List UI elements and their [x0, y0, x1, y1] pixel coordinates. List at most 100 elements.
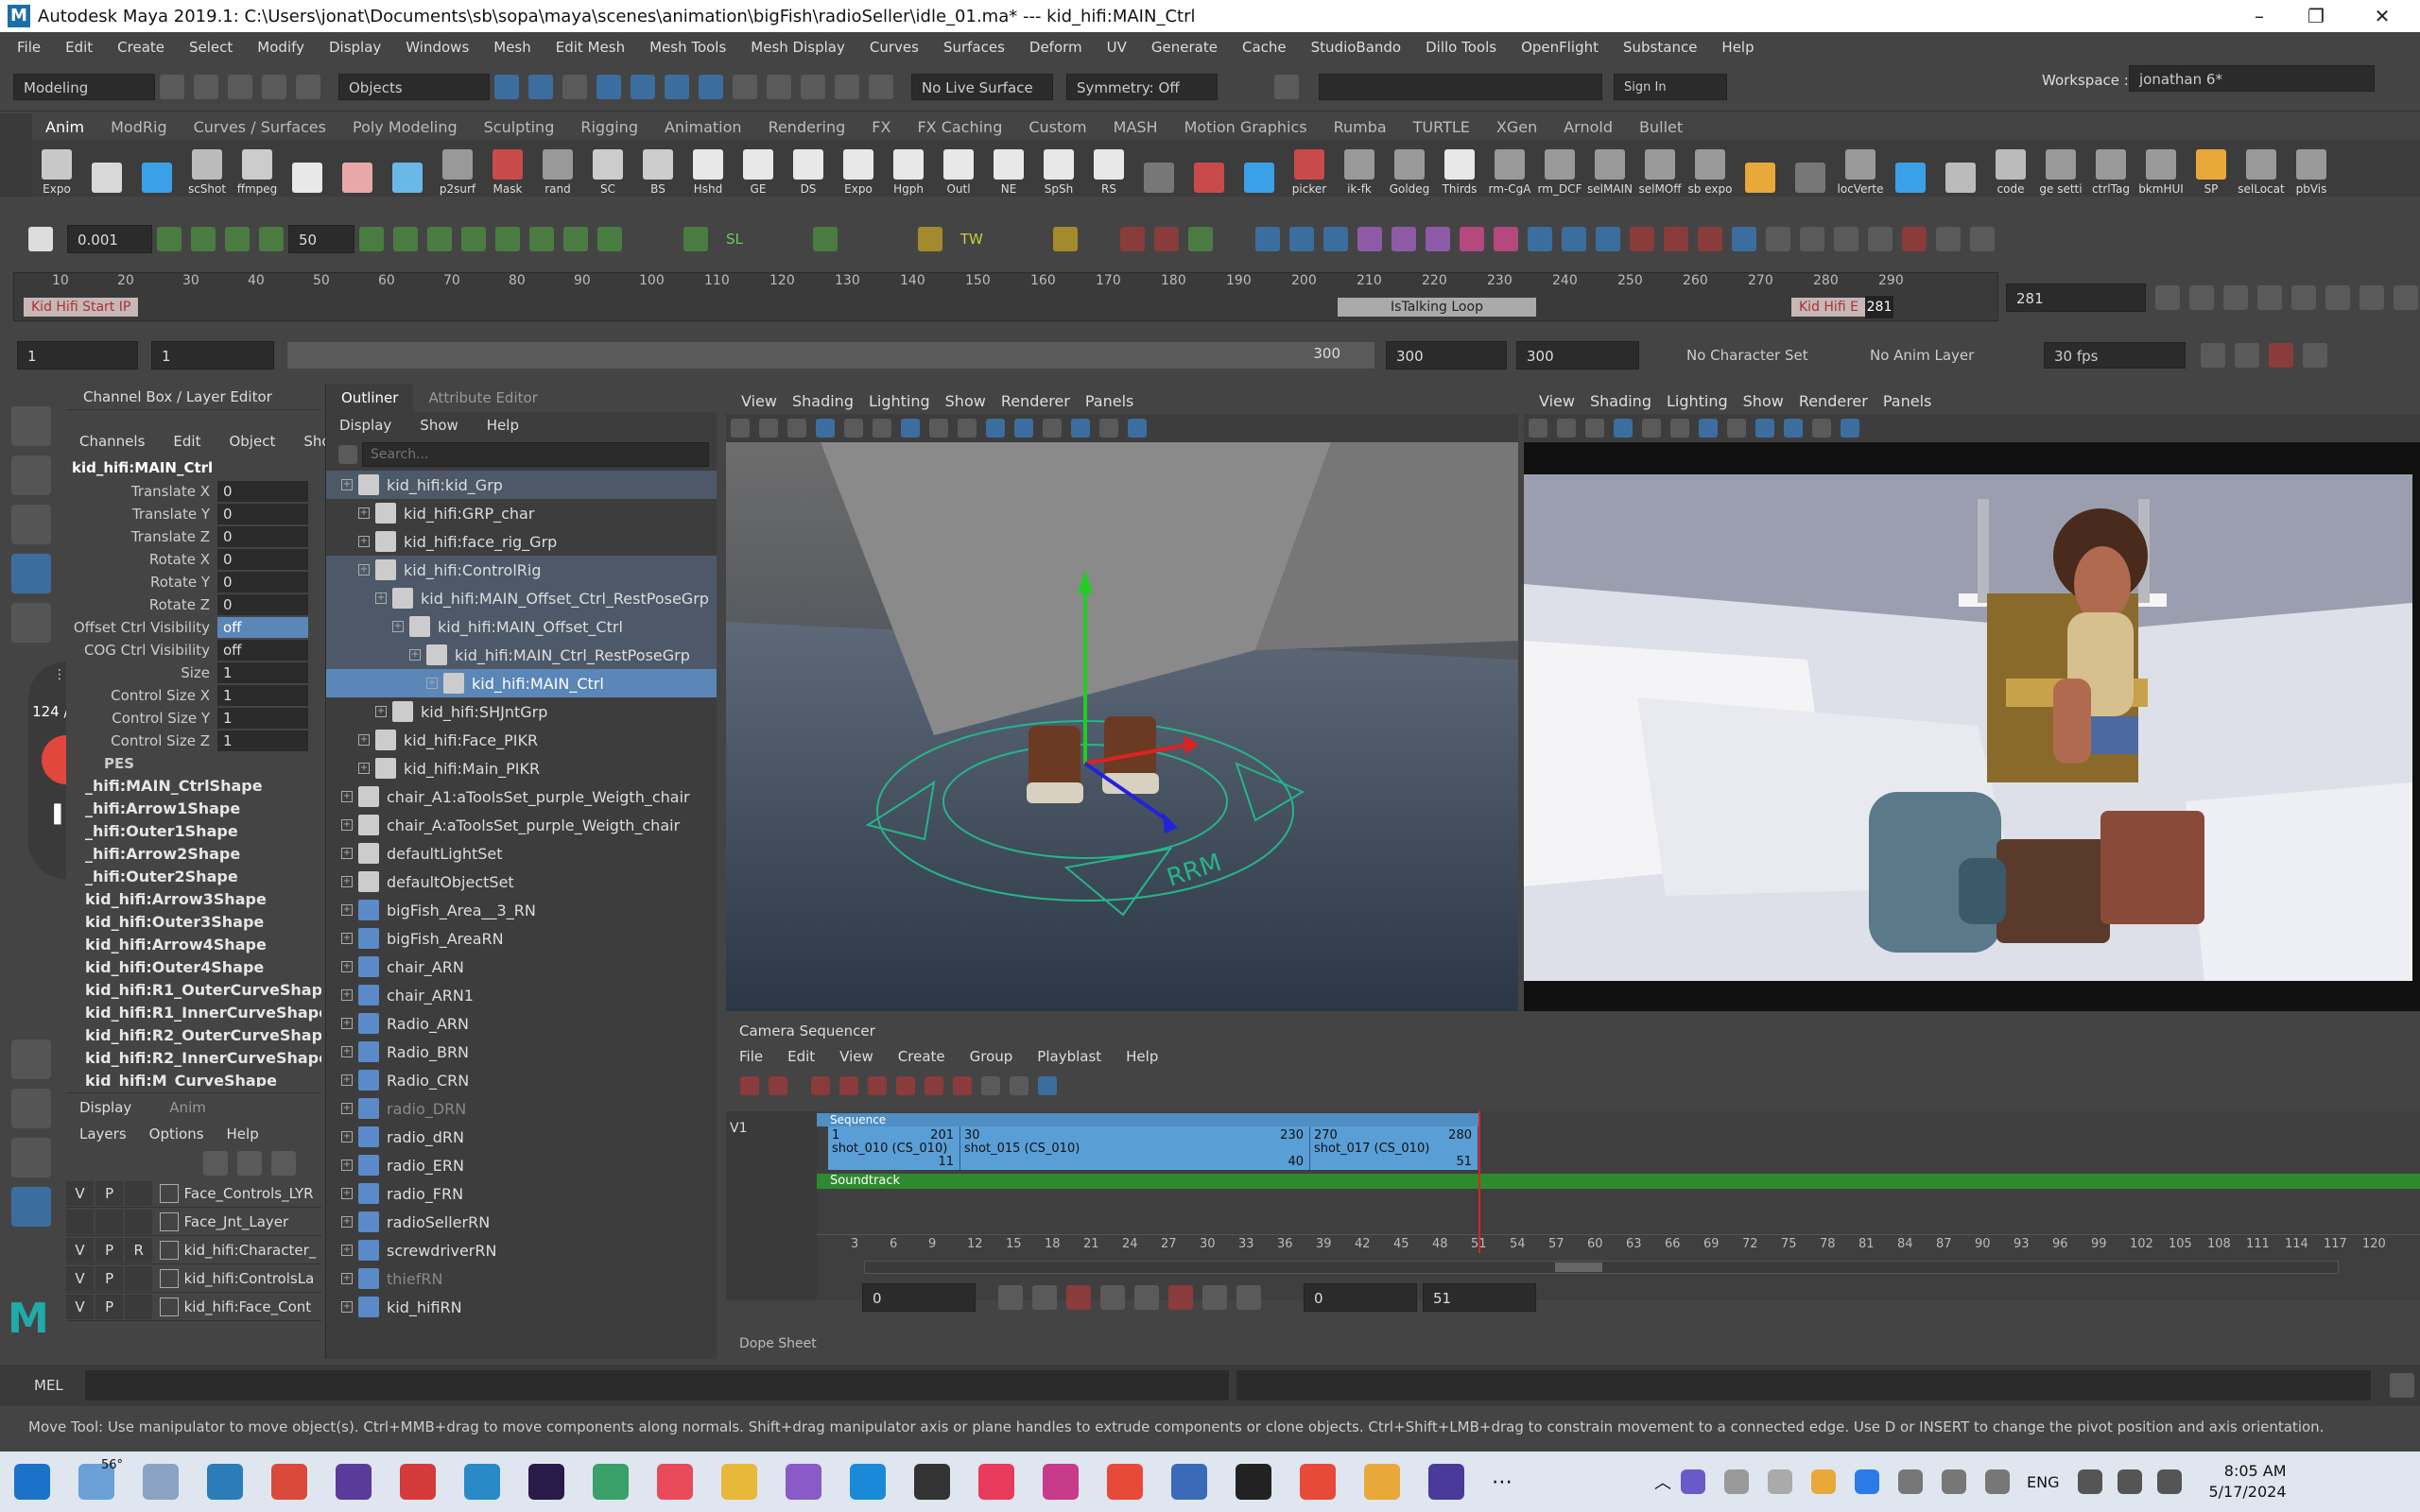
expand-icon[interactable]: + — [426, 678, 438, 689]
menu-modify[interactable]: Modify — [257, 39, 304, 56]
expand-icon[interactable]: + — [341, 1216, 353, 1228]
minimize-button[interactable]: – — [2231, 0, 2288, 32]
time-marker-talking[interactable]: IsTalking Loop — [1338, 298, 1536, 317]
chrome-icon[interactable] — [271, 1464, 307, 1500]
menu-cache[interactable]: Cache — [1242, 39, 1287, 56]
outliner-menu-show[interactable]: Show — [420, 417, 458, 434]
viewport1-menu-show[interactable]: Show — [945, 392, 986, 410]
maya-taskbar-icon[interactable] — [207, 1464, 243, 1500]
seq-tool-1[interactable] — [740, 1076, 759, 1095]
menu-curves[interactable]: Curves — [870, 39, 919, 56]
shelf-button-outl[interactable]: Outl — [934, 141, 983, 196]
current-frame-marker[interactable]: 281 — [1865, 296, 1893, 318]
layer-move-down-icon[interactable] — [237, 1151, 262, 1176]
attr-value-field[interactable]: 1 — [217, 730, 308, 751]
seq-tool-7[interactable] — [925, 1076, 943, 1095]
layer-v-toggle[interactable]: V — [66, 1265, 95, 1291]
viewport2-menu-lighting[interactable]: Lighting — [1667, 392, 1728, 410]
menu-select[interactable]: Select — [189, 39, 233, 56]
seq-start-field[interactable]: 0 — [862, 1283, 976, 1312]
seq-go-start-icon[interactable] — [998, 1285, 1023, 1310]
shelf-button-24[interactable] — [1235, 141, 1284, 196]
soundtrack-bar[interactable]: Soundtrack — [817, 1174, 2420, 1189]
attr-value-field[interactable]: 1 — [217, 685, 308, 706]
shelf-tab-rumba[interactable]: Rumba — [1334, 118, 1387, 136]
menu-create[interactable]: Create — [117, 39, 164, 56]
menu-set-dropdown[interactable]: Modeling — [13, 73, 155, 100]
shelf-button-7[interactable] — [383, 141, 432, 196]
outliner-item[interactable]: + Radio_BRN — [326, 1038, 717, 1066]
time-slider[interactable]: 10 20 30 40 50 60 70 80 90 100 110 120 130 140 150 160 1… — [13, 272, 1998, 321]
expand-icon[interactable]: + — [358, 763, 370, 774]
layer-menu-options[interactable]: Options — [149, 1125, 204, 1143]
sequencer-menu-group[interactable]: Group — [970, 1048, 1013, 1065]
viewport2-menu-renderer[interactable]: Renderer — [1799, 392, 1868, 410]
shelf-button-ne[interactable]: NE — [984, 141, 1033, 196]
outliner-item[interactable]: + bigFish_Area__3_RN — [326, 896, 717, 924]
shelf-button-23[interactable] — [1184, 141, 1234, 196]
shape-item[interactable]: kid_hifi:R1_InnerCurveShape — [66, 1002, 321, 1024]
sequencer-menu-edit[interactable]: Edit — [787, 1048, 815, 1065]
layer-v-toggle[interactable]: V — [66, 1237, 95, 1263]
shelf-button-5[interactable] — [283, 141, 332, 196]
sequencer-menu-view[interactable]: View — [839, 1048, 873, 1065]
next-key-frame-icon[interactable] — [2325, 285, 2350, 310]
save-scene-icon[interactable] — [228, 74, 252, 99]
shelf-tab-mash[interactable]: MASH — [1114, 118, 1158, 136]
pose-icon-6[interactable] — [1425, 227, 1450, 251]
history-icon[interactable] — [733, 74, 757, 99]
shelf-button-goldeg[interactable]: Goldeg — [1385, 141, 1434, 196]
expand-icon[interactable]: + — [358, 507, 370, 519]
menu-generate[interactable]: Generate — [1151, 39, 1218, 56]
shelf-button-ge[interactable]: GE — [734, 141, 783, 196]
menu-deform[interactable]: Deform — [1029, 39, 1082, 56]
seq-prev-icon[interactable] — [1032, 1285, 1057, 1310]
attr-value-field[interactable]: off — [217, 617, 308, 638]
attr-value-field[interactable]: 0 — [217, 526, 308, 547]
workspace-dropdown[interactable]: jonathan 6* — [2129, 65, 2375, 92]
expand-icon[interactable]: + — [341, 1046, 353, 1057]
anim-end-field[interactable]: 300 — [1516, 341, 1639, 369]
seq-go-end-icon[interactable] — [1236, 1285, 1261, 1310]
selection-mode-dropdown[interactable]: Objects — [338, 73, 490, 100]
expand-icon[interactable]: + — [341, 1301, 353, 1313]
asana-icon[interactable] — [657, 1464, 693, 1500]
tray-icon-6[interactable] — [1898, 1469, 1923, 1494]
outliner-item[interactable]: + kid_hifi:MAIN_Offset_Ctrl_RestPoseGrp — [326, 584, 717, 612]
rig-icon-3[interactable] — [1187, 227, 1213, 251]
vivaldi-icon[interactable] — [400, 1464, 436, 1500]
outliner-item[interactable]: + kid_hifiRN — [326, 1293, 717, 1321]
viewport1-menu-view[interactable]: View — [741, 392, 777, 410]
attr-value-field[interactable]: 1 — [217, 708, 308, 729]
shelf-button-ctrltag[interactable]: ctrlTag — [2086, 141, 2135, 196]
copilot-icon[interactable] — [143, 1464, 179, 1500]
outliner-item[interactable]: + kid_hifi:MAIN_Offset_Ctrl — [326, 612, 717, 641]
shelf-tab-rendering[interactable]: Rendering — [769, 118, 846, 136]
outliner-item[interactable]: + thiefRN — [326, 1264, 717, 1293]
outliner-item[interactable]: + chair_A1:aToolsSet_purple_Weigth_chair — [326, 782, 717, 811]
photos-icon[interactable] — [1171, 1464, 1207, 1500]
shelf-button-37[interactable] — [1886, 141, 1935, 196]
shape-item[interactable]: kid_hifi:M_CurveShape — [66, 1070, 321, 1087]
shelf-tab-arnold[interactable]: Arnold — [1564, 118, 1613, 136]
auto-key-icon[interactable] — [2269, 343, 2293, 368]
seq-play-back-icon[interactable] — [1100, 1285, 1125, 1310]
expand-icon[interactable]: + — [358, 564, 370, 576]
expand-icon[interactable]: + — [341, 933, 353, 944]
expand-icon[interactable]: + — [409, 649, 421, 661]
shape-item[interactable]: kid_hifi:Arrow4Shape — [66, 934, 321, 956]
pose-icon-3[interactable] — [1322, 227, 1348, 251]
shelf-button-p2surf[interactable]: p2surf — [433, 141, 482, 196]
viewport1-menu-renderer[interactable]: Renderer — [1001, 392, 1070, 410]
channel-menu-object[interactable]: Object — [229, 433, 275, 450]
key-flat-icon[interactable] — [495, 227, 520, 251]
seq-play-icon[interactable] — [1134, 1285, 1159, 1310]
step-forward-icon[interactable] — [2360, 285, 2384, 310]
shelf-button-sellocat[interactable]: selLocat — [2237, 141, 2286, 196]
playback-speed-icon[interactable] — [2235, 343, 2259, 368]
outliner-item[interactable]: + kid_hifi:ControlRig — [326, 556, 717, 584]
key-paste-icon[interactable] — [597, 227, 622, 251]
shelf-button-rand[interactable]: rand — [533, 141, 582, 196]
clock[interactable]: 8:05 AM 5/17/2024 — [2208, 1461, 2286, 1503]
search-icon[interactable] — [1969, 227, 1995, 251]
